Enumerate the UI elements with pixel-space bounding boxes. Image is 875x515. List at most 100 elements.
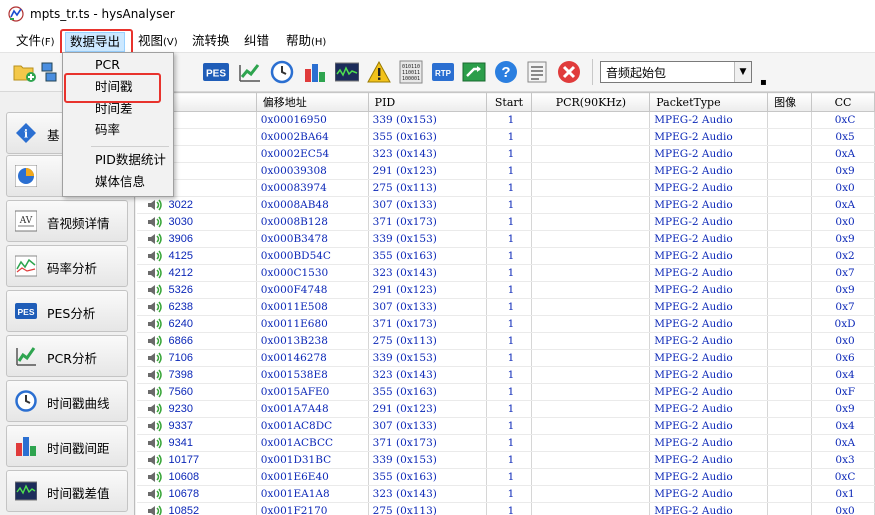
menu-item-pcr[interactable]: PCR: [63, 55, 173, 75]
start-cell: 1: [486, 128, 533, 146]
table-row[interactable]: 6240 0x0011E680 371 (0x173) 1 MPEG-2 Audio 0x…: [136, 315, 875, 333]
offset-cell: 0x0011E508: [256, 298, 369, 316]
sidebar-item-av-details[interactable]: AV 音视频详情: [6, 200, 128, 242]
add-folder-icon[interactable]: [12, 59, 38, 85]
table-row[interactable]: 4212 0x000C1530 323 (0x143) 1 MPEG-2 Audio 0x…: [136, 264, 875, 282]
table-row[interactable]: 0x0002BA64 355 (0x163) 1 MPEG-2 Audio 0x5: [136, 128, 875, 146]
sidebar-item-timestamp-curve[interactable]: 时间戳曲线: [6, 380, 128, 422]
table-row[interactable]: 10177 0x001D31BC 339 (0x153) 1 MPEG-2 Audio 0…: [136, 451, 875, 469]
table-row[interactable]: 10678 0x001EA1A8 323 (0x143) 1 MPEG-2 Audio 0…: [136, 485, 875, 503]
col-header-offset[interactable]: 偏移地址: [255, 92, 369, 112]
start-cell: 1: [486, 281, 533, 299]
pcr-chart-icon[interactable]: [237, 59, 263, 85]
table-row[interactable]: 3030 0x0008B128 371 (0x173) 1 MPEG-2 Audio 0x…: [136, 213, 875, 231]
speaker-icon: [147, 403, 162, 415]
packet-table[interactable]: 偏移地址 PID Start PCR(90KHz) PacketType 图像 …: [136, 92, 875, 515]
table-row[interactable]: 3022 0x0008AB48 307 (0x133) 1 MPEG-2 Audio 0x…: [136, 196, 875, 214]
binary-data-icon[interactable]: 010110 110011 100001: [398, 59, 424, 85]
packet-type-select[interactable]: 音频起始包 ▼: [600, 61, 752, 83]
start-cell: 1: [486, 434, 533, 452]
pcr-cell: [531, 162, 651, 180]
table-row[interactable]: 3906 0x000B3478 339 (0x153) 1 MPEG-2 Audio 0x…: [136, 230, 875, 248]
table-row[interactable]: 4125 0x000BD54C 355 (0x163) 1 MPEG-2 Audio 0x…: [136, 247, 875, 265]
list-icon[interactable]: [524, 59, 550, 85]
col-header-packet-type[interactable]: PacketType: [649, 92, 769, 112]
toolbar-separator: [592, 59, 593, 85]
table-row[interactable]: 7398 0x001538E8 323 (0x143) 1 MPEG-2 Audio 0x…: [136, 366, 875, 384]
chevron-down-icon[interactable]: ▼: [734, 62, 751, 82]
toolbar-overflow[interactable]: ▪: [760, 77, 767, 88]
network-icon[interactable]: [40, 59, 60, 85]
table-row[interactable]: 0x0002EC54 323 (0x143) 1 MPEG-2 Audio 0xA: [136, 145, 875, 163]
packet-type-cell: MPEG-2 Audio: [649, 451, 769, 469]
packet-type-cell: MPEG-2 Audio: [649, 162, 769, 180]
packet-index: 3030: [168, 215, 193, 228]
sidebar-item-bitrate-analysis[interactable]: 码率分析: [6, 245, 128, 287]
col-header-start[interactable]: Start: [485, 92, 533, 112]
export-icon[interactable]: [461, 59, 487, 85]
table-row[interactable]: 0x00039308 291 (0x123) 1 MPEG-2 Audio 0x9: [136, 162, 875, 180]
packet-index: 10852: [168, 504, 200, 515]
table-row[interactable]: 10852 0x001F2170 275 (0x113) 1 MPEG-2 Audio 0…: [136, 502, 875, 515]
menu-stream-convert[interactable]: 流转换: [188, 32, 234, 50]
speaker-icon: [147, 386, 162, 398]
warning-icon[interactable]: [366, 59, 392, 85]
table-row[interactable]: 7106 0x00146278 339 (0x153) 1 MPEG-2 Audio 0x…: [136, 349, 875, 367]
offset-cell: 0x0013B238: [256, 332, 369, 350]
col-header-cc[interactable]: CC: [811, 92, 875, 112]
cc-cell: 0xF: [811, 383, 875, 401]
bar-chart-icon[interactable]: [302, 59, 328, 85]
table-row[interactable]: 0x00083974 275 (0x113) 1 MPEG-2 Audio 0x0: [136, 179, 875, 197]
speaker-icon: [147, 454, 162, 466]
table-row[interactable]: 0x00016950 339 (0x153) 1 MPEG-2 Audio 0xC: [136, 111, 875, 129]
rtp-icon[interactable]: RTP: [430, 59, 456, 85]
col-header-image[interactable]: 图像: [767, 92, 813, 112]
start-cell: 1: [486, 332, 533, 350]
pcr-cell: [531, 400, 651, 418]
sidebar-item-timestamp-interval[interactable]: 时间戳间距: [6, 425, 128, 467]
cc-cell: 0x2: [811, 247, 875, 265]
waveform-icon[interactable]: [334, 59, 360, 85]
menu-item-bitrate[interactable]: 码率: [63, 120, 173, 140]
table-row[interactable]: 7560 0x0015AFE0 355 (0x163) 1 MPEG-2 Audio 0x…: [136, 383, 875, 401]
menu-help[interactable]: 帮助(H): [282, 32, 330, 50]
sidebar-item-timestamp-diff[interactable]: 时间戳差值: [6, 470, 128, 512]
menu-file[interactable]: 文件(F): [12, 32, 59, 50]
table-row[interactable]: 6238 0x0011E508 307 (0x133) 1 MPEG-2 Audio 0x…: [136, 298, 875, 316]
menu-error-correct[interactable]: 纠错: [240, 32, 273, 50]
start-cell: 1: [486, 451, 533, 469]
table-row[interactable]: 10608 0x001E6E40 355 (0x163) 1 MPEG-2 Audio 0…: [136, 468, 875, 486]
start-cell: 1: [486, 315, 533, 333]
pes-icon[interactable]: PES: [203, 59, 229, 85]
pid-cell: 355 (0x163): [368, 128, 487, 146]
packet-type-cell: MPEG-2 Audio: [649, 315, 769, 333]
sidebar-item-pcr-analysis[interactable]: PCR分析: [6, 335, 128, 377]
start-cell: 1: [486, 400, 533, 418]
offset-cell: 0x0002EC54: [256, 145, 369, 163]
menu-item-pid-stats[interactable]: PID数据统计: [63, 150, 173, 170]
menu-item-timestamp[interactable]: 时间戳: [63, 77, 173, 97]
menu-view[interactable]: 视图(V): [134, 32, 182, 50]
sidebar-item-pes-analysis[interactable]: PES PES分析: [6, 290, 128, 332]
menu-bar: 文件(F) 数据导出 视图(V) 流转换 纠错 帮助(H): [0, 30, 875, 53]
table-row[interactable]: 9337 0x001AC8DC 307 (0x133) 1 MPEG-2 Audio 0x…: [136, 417, 875, 435]
menu-item-media-info[interactable]: 媒体信息: [63, 172, 173, 192]
pid-cell: 339 (0x153): [368, 349, 487, 367]
table-row[interactable]: 9230 0x001A7A48 291 (0x123) 1 MPEG-2 Audio 0x…: [136, 400, 875, 418]
cc-cell: 0xC: [811, 111, 875, 129]
col-header-pid[interactable]: PID: [367, 92, 487, 112]
packet-index: 7398: [168, 368, 193, 381]
help-icon[interactable]: ?: [493, 59, 519, 85]
speaker-icon: [147, 471, 162, 483]
pid-cell: 291 (0x123): [368, 400, 487, 418]
table-row[interactable]: 9341 0x001ACBCC 371 (0x173) 1 MPEG-2 Audio 0x…: [136, 434, 875, 452]
table-row[interactable]: 5326 0x000F4748 291 (0x123) 1 MPEG-2 Audio 0x…: [136, 281, 875, 299]
clock-icon[interactable]: [269, 59, 295, 85]
menu-data-export[interactable]: 数据导出: [65, 32, 126, 52]
pcr-cell: [531, 247, 651, 265]
table-row[interactable]: 6866 0x0013B238 275 (0x113) 1 MPEG-2 Audio 0x…: [136, 332, 875, 350]
col-header-pcr[interactable]: PCR(90KHz): [531, 92, 651, 112]
close-icon[interactable]: [556, 59, 582, 85]
menu-item-time-diff[interactable]: 时间差: [63, 99, 173, 119]
offset-cell: 0x00016950: [256, 111, 369, 129]
